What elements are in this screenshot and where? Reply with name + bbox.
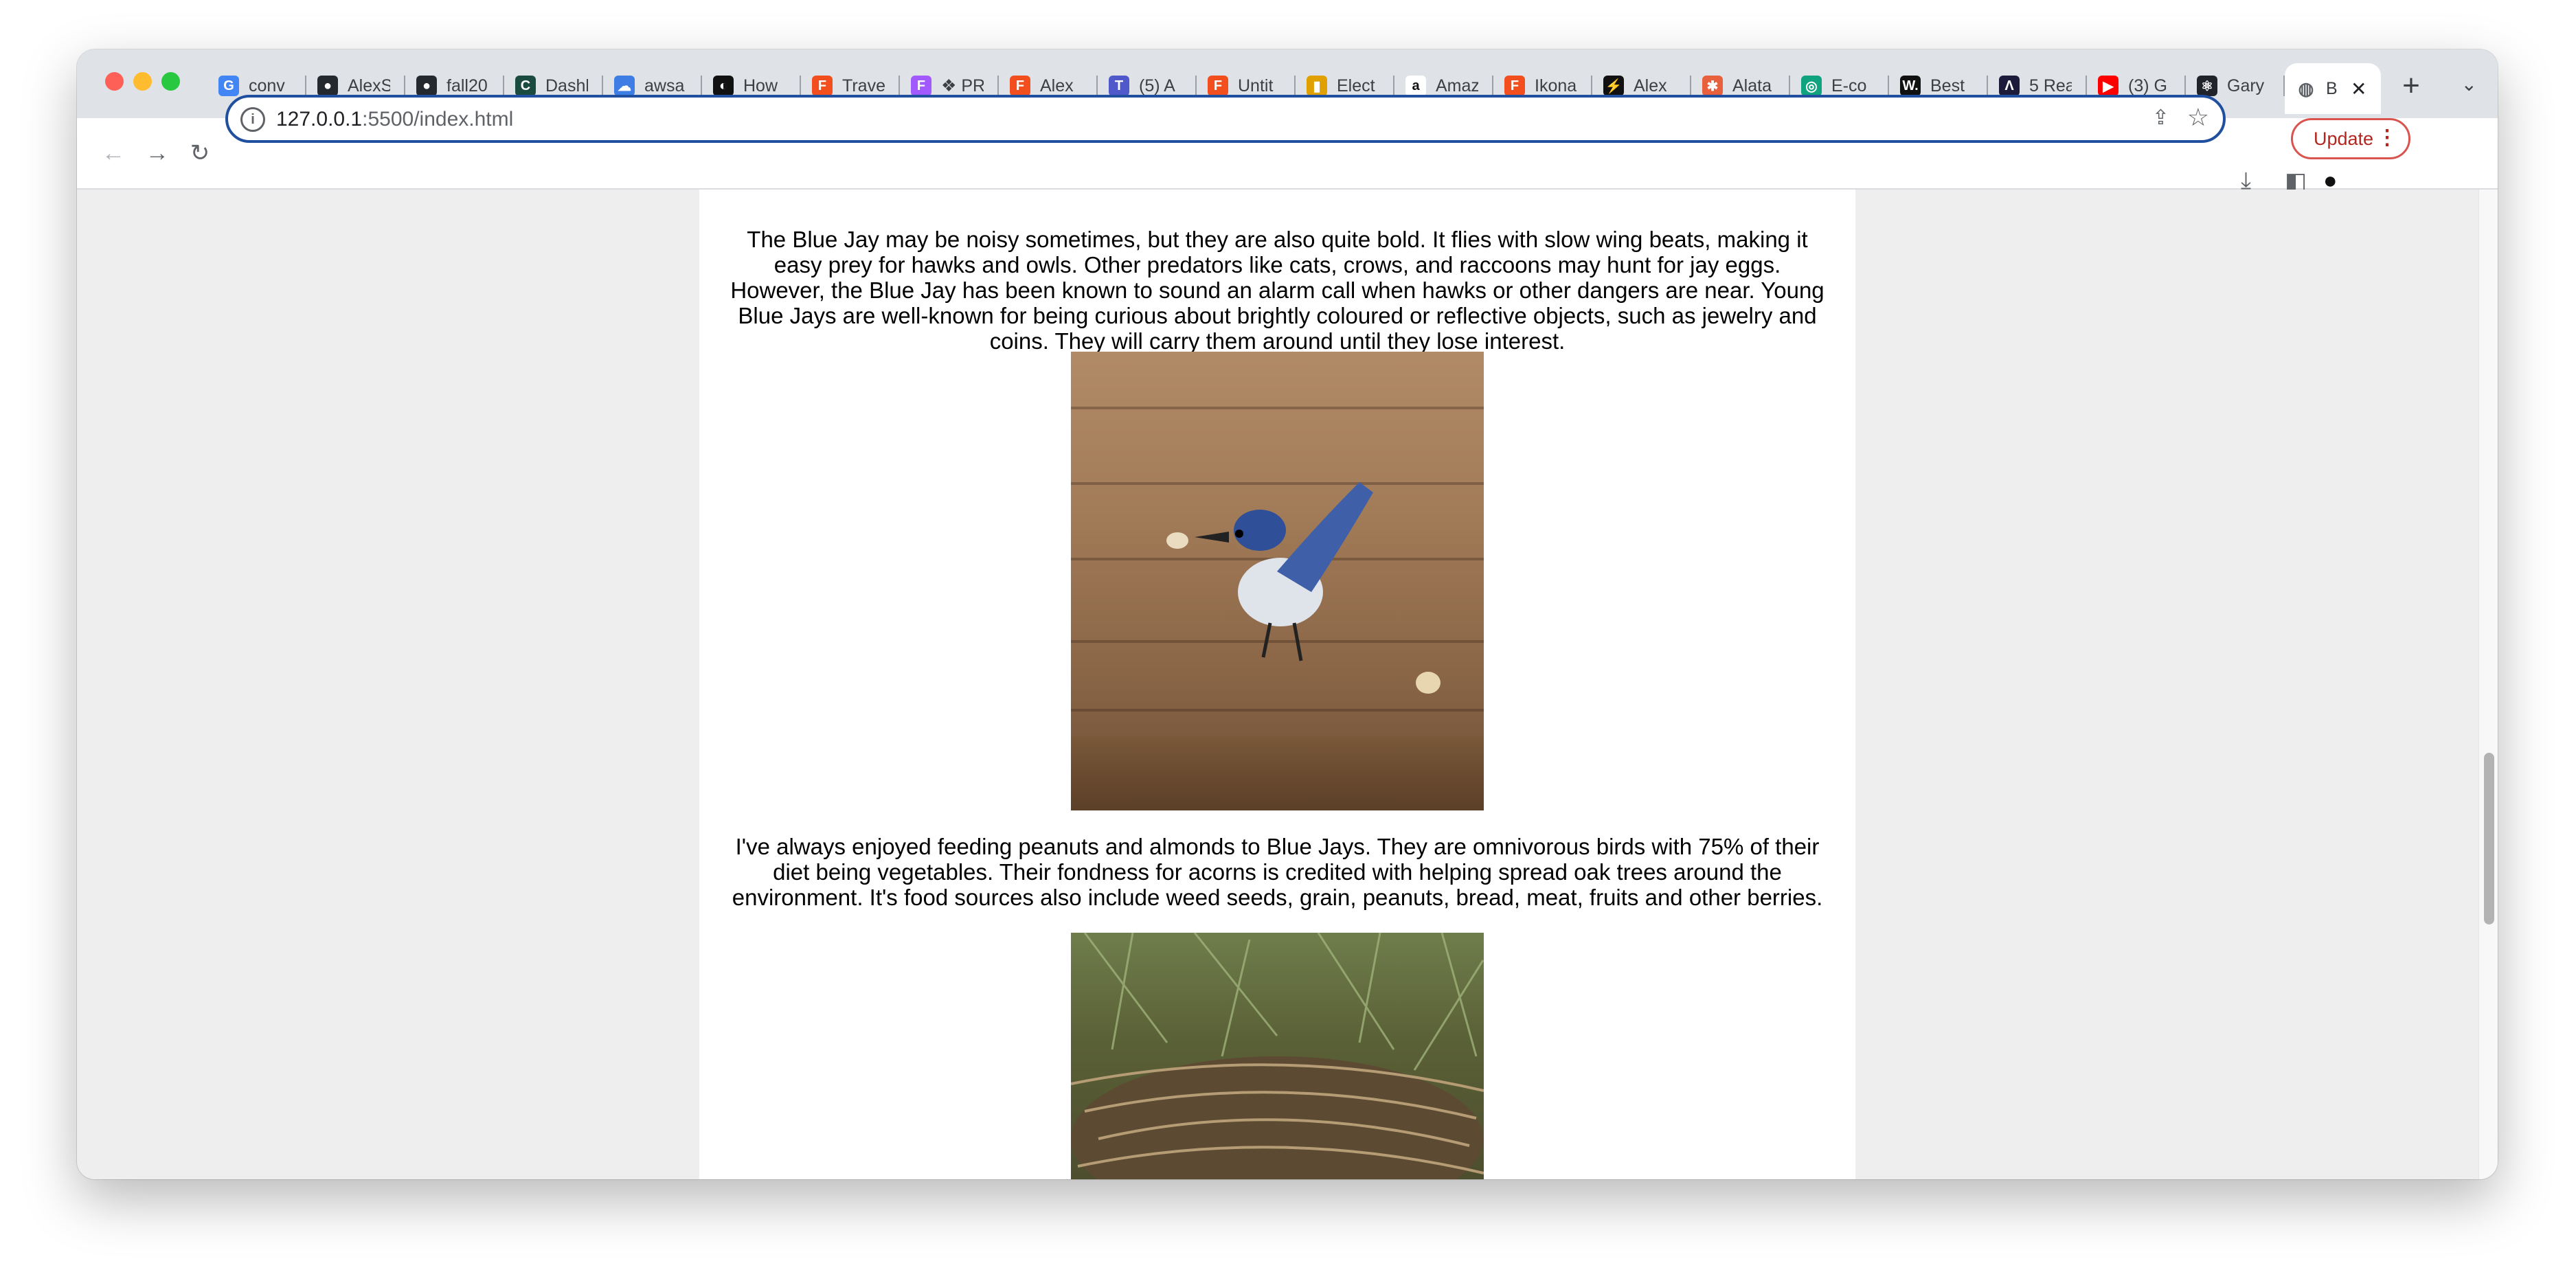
cloud-icon: ☁ [614,76,635,96]
tab-title: Untit [1238,76,1274,95]
blue-jay-illustration [1166,482,1440,694]
nest-photo [1071,933,1484,1179]
tab-title: fall20 [447,76,488,95]
tab-title: conv [249,76,285,95]
bag-icon: ▮ [1307,76,1327,96]
c-app-icon: C [515,76,536,96]
openai-icon: ◎ [1801,76,1822,96]
bookmark-star-icon[interactable]: ☆ [2187,103,2209,132]
tab-title: ❖ PR [941,76,984,95]
paragraph-predators: The Blue Jay may be noisy sometimes, but… [730,227,1824,354]
figma-icon: F [812,76,833,96]
tab-title: Dashl [545,76,588,95]
minimize-window-button[interactable] [133,72,152,91]
vertical-scrollbar[interactable] [2478,190,2498,1179]
more-menu-icon[interactable]: ⋮ [2377,126,2397,150]
url-text[interactable]: 127.0.0.1:5500/index.html [276,108,513,131]
forward-arrow-icon[interactable]: → [139,135,176,172]
close-window-button[interactable] [105,72,124,91]
url-host: 127.0.0.1 [276,108,363,130]
new-tab-button[interactable]: + [2391,63,2432,109]
address-bar[interactable]: i 127.0.0.1:5500/index.html ⇪ ☆ [225,95,2226,143]
figma-icon: F [1208,76,1228,96]
tab-title: Gary [2227,76,2265,95]
tab-title: awsa [644,76,685,95]
scrollbar-thumb[interactable] [2484,753,2494,924]
page-viewport: The Blue Jay may be noisy sometimes, but… [77,190,2478,1179]
colorful-logo-icon: ✱ [1702,76,1723,96]
paragraph-diet: I've always enjoyed feeding peanuts and … [732,834,1823,910]
maximize-window-button[interactable] [161,72,180,91]
figma-icon: F [1010,76,1030,96]
share-icon[interactable]: ⇪ [2152,106,2169,130]
amazon-icon: a [1405,76,1426,96]
tab-title: Alex [1040,76,1074,95]
nest-illustration [1071,933,1484,1179]
article-content: The Blue Jay may be noisy sometimes, but… [699,190,1855,1179]
w-logo-icon: W. [1900,76,1921,96]
teams-icon: T [1109,76,1129,96]
site-info-icon[interactable]: i [240,107,265,132]
tab-title: Best [1930,76,1965,95]
tab-title: Trave [842,76,885,95]
github-icon: ● [416,76,437,96]
react-icon: ⚛ [2197,76,2217,96]
globe-icon: ◍ [2296,78,2316,99]
close-tab-icon[interactable]: ✕ [2351,78,2366,100]
tab-title: Alata [1732,76,1772,95]
reload-icon[interactable]: ↻ [181,135,218,172]
figma-icon: F [1504,76,1525,96]
framer-icon: ⚡ [1603,76,1624,96]
tab-title: (5) A [1139,76,1175,95]
tab-search-icon[interactable]: ⌄ [2461,73,2477,95]
tab-title: Ikona [1535,76,1577,95]
tab-title: E-co [1831,76,1867,95]
update-button[interactable]: Update ⋮ [2291,118,2410,159]
tab-title: Elect [1337,76,1375,95]
tab-active[interactable]: ◍ B ✕ [2285,63,2381,114]
tab-title: Amaz [1436,76,1478,95]
a-logo-icon: Λ [1999,76,2020,96]
tab-title: Alex [1634,76,1667,95]
tab-title: (3) G [2128,76,2167,95]
circle-logo-icon: ◐ [713,76,734,96]
blue-jay-on-deck-photo [1071,352,1484,810]
tab-title: B [2326,78,2338,98]
youtube-icon: ▶ [2098,76,2119,96]
tab-title: AlexS [348,76,390,95]
figma-icon: F [911,76,931,96]
google-icon: G [218,76,239,96]
github-icon: ● [317,76,338,96]
back-arrow-icon[interactable]: ← [95,135,132,172]
tab-title: How [743,76,778,95]
url-path: :5500/index.html [362,108,514,130]
browser-window: Gconv ● AlexS ● fall20 C Dashl ☁ awsa ◐ How F Trave F… [77,49,2498,1179]
update-button-label: Update [2314,128,2374,149]
tab-title: 5 Rea [2029,76,2072,95]
